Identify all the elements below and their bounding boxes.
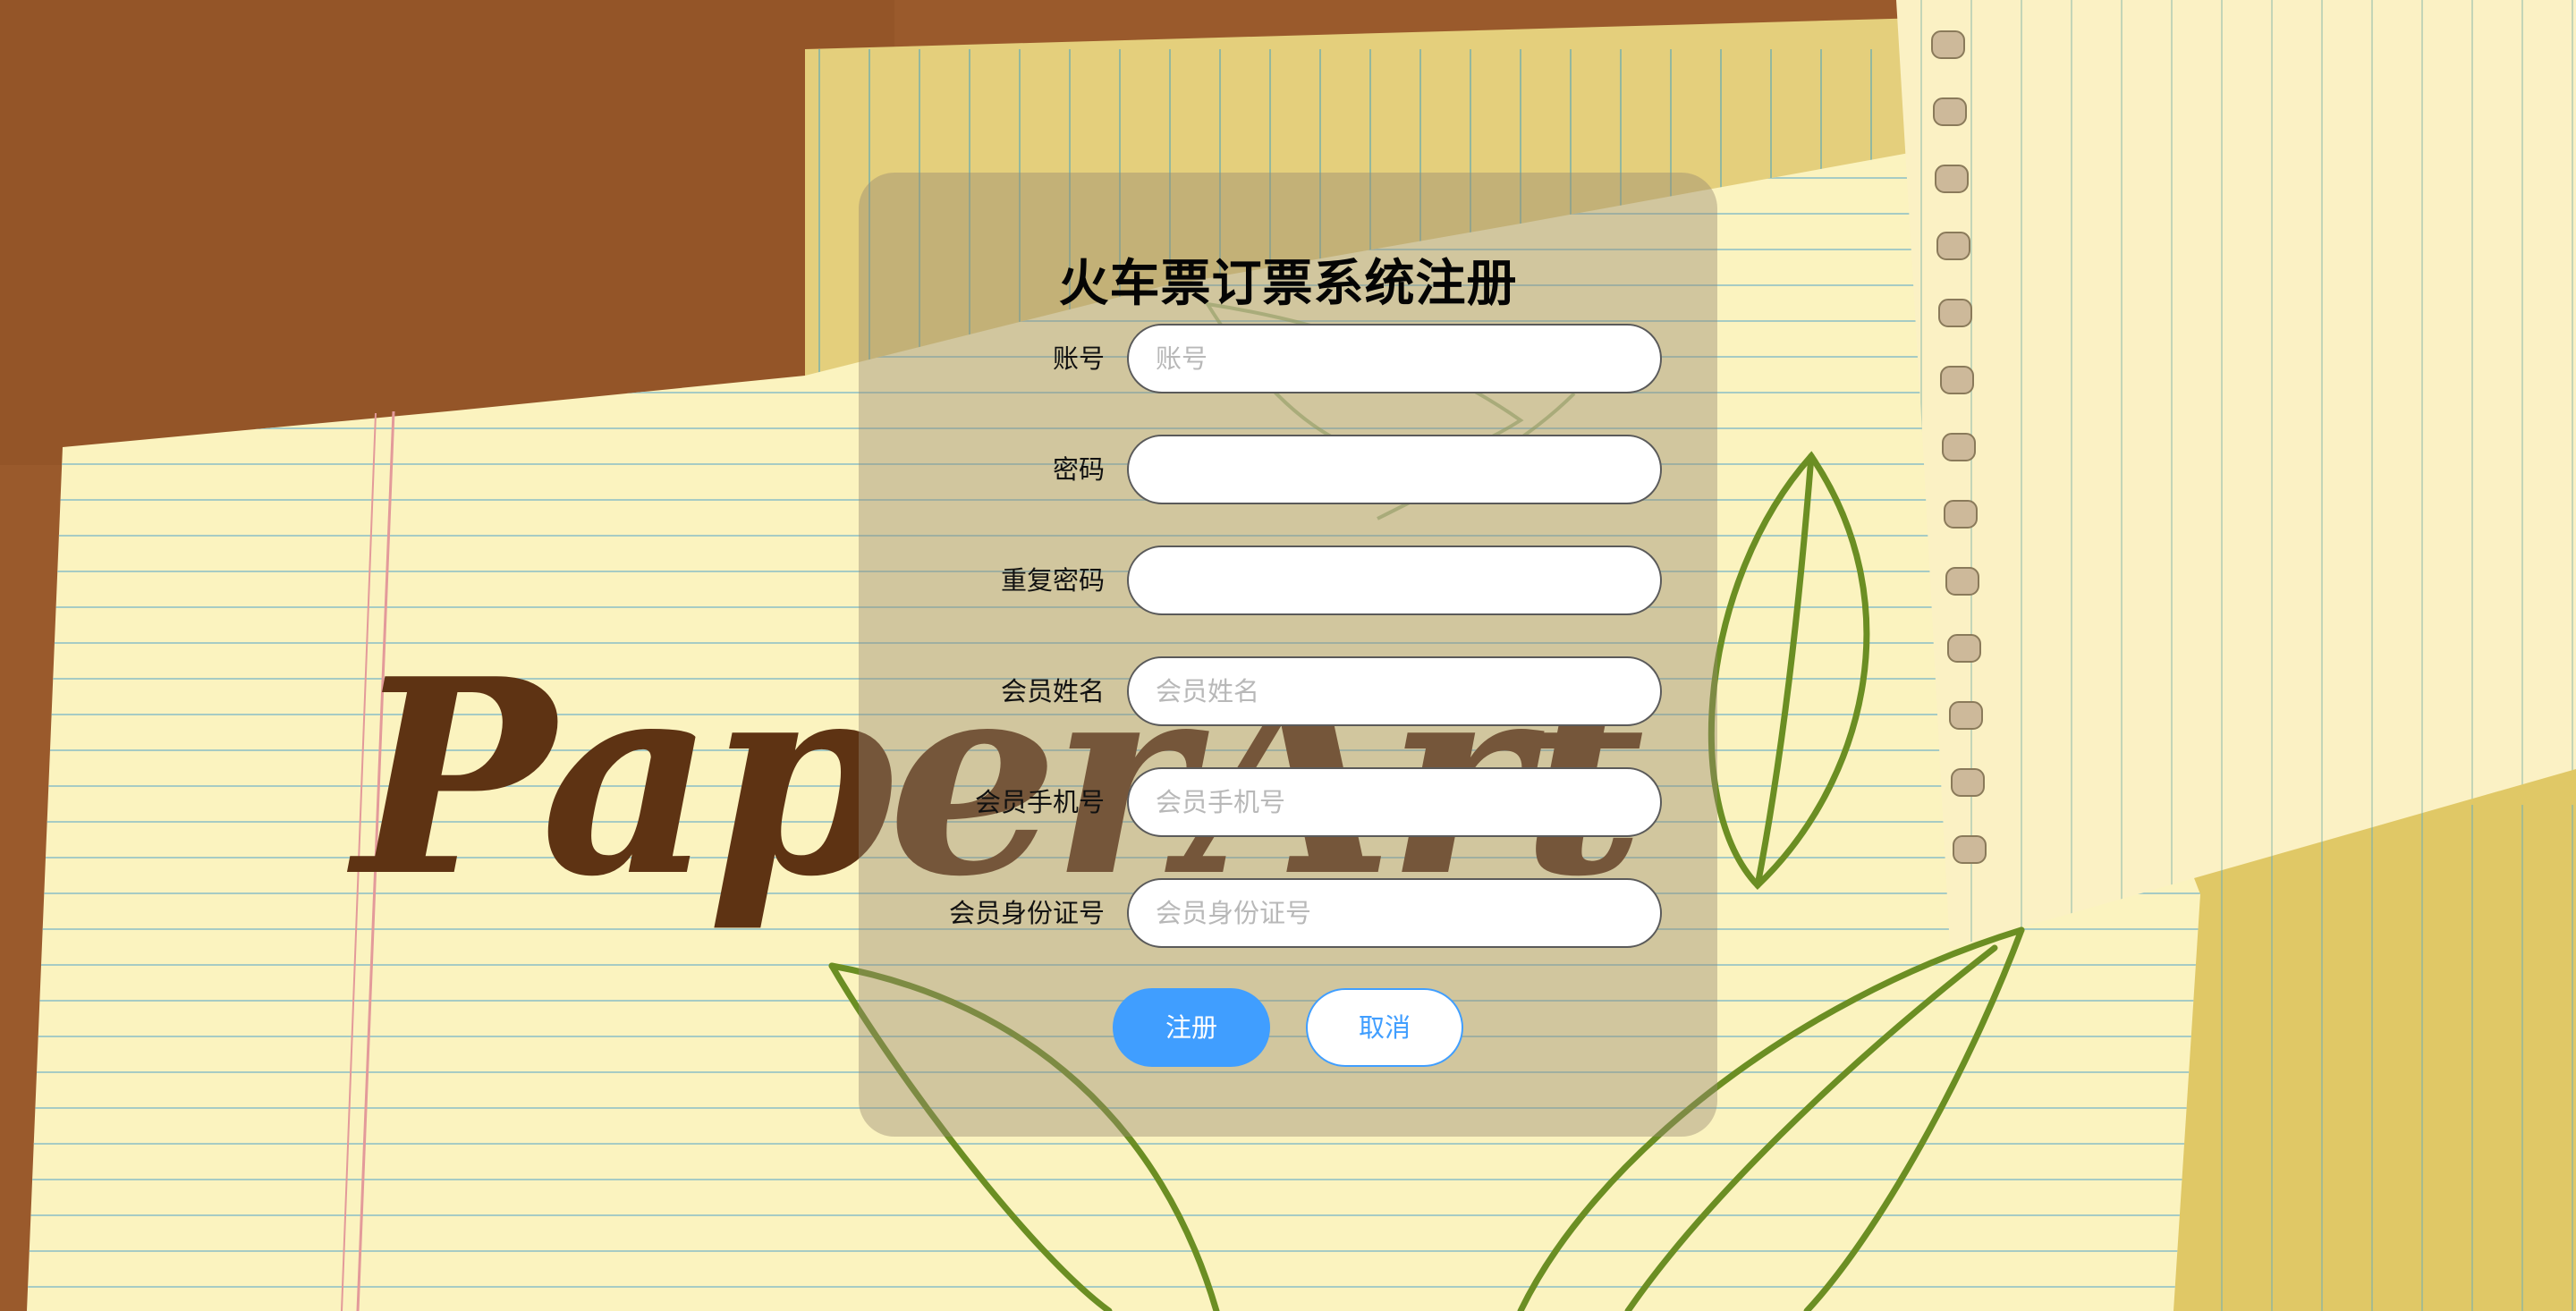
member-id-label: 会员身份证号 (948, 898, 1105, 928)
cancel-button[interactable]: 取消 (1306, 988, 1463, 1067)
page-title: 火车票订票系统注册 (1058, 255, 1518, 313)
member-name-input[interactable] (1127, 656, 1662, 726)
page: PaperArt 火车票订票系统注册 账号 密码 重复密码 会员姓名 会员手机号… (0, 0, 2576, 1311)
member-phone-input[interactable] (1127, 767, 1662, 837)
password-label: 密码 (1052, 454, 1105, 485)
account-input[interactable] (1127, 324, 1662, 393)
password-input[interactable] (1127, 435, 1662, 504)
confirm-password-input[interactable] (1127, 546, 1662, 615)
register-panel (859, 173, 1717, 1137)
confirm-password-label: 重复密码 (1000, 565, 1105, 596)
member-name-label: 会员姓名 (1000, 676, 1105, 706)
register-button[interactable]: 注册 (1113, 988, 1270, 1067)
account-label: 账号 (1052, 343, 1105, 374)
member-phone-label: 会员手机号 (974, 787, 1105, 817)
member-id-input[interactable] (1127, 878, 1662, 948)
